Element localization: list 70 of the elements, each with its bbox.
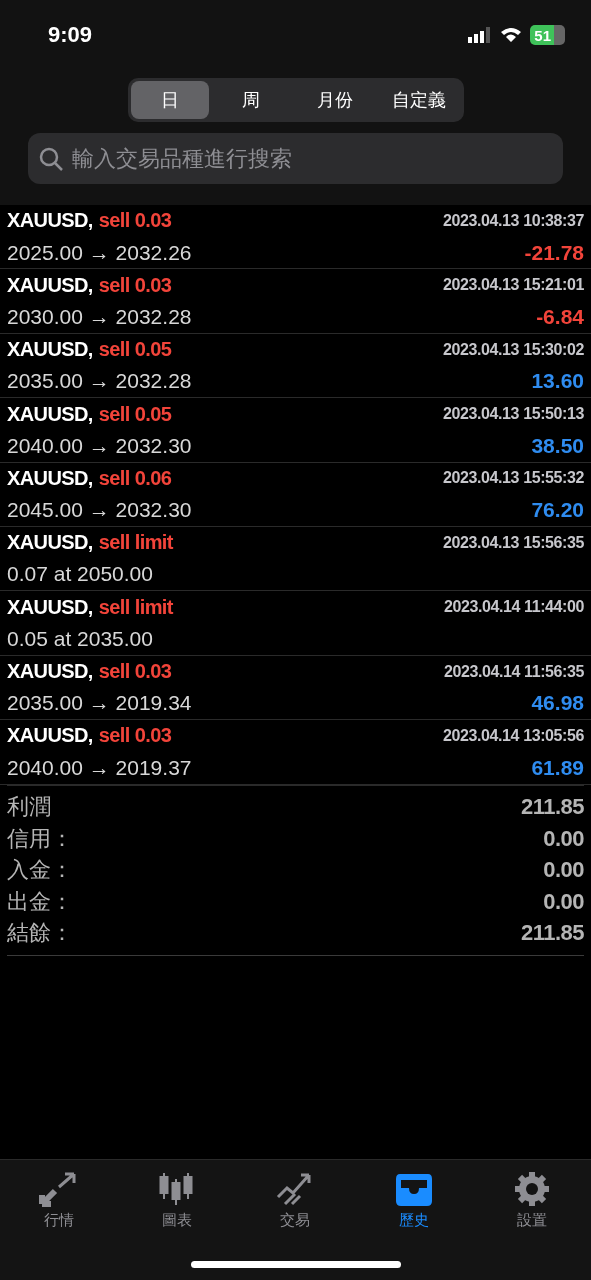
profit: 13.60 — [531, 369, 584, 394]
tab-bar-item[interactable]: 交易 — [245, 1170, 346, 1231]
summary-value: 0.00 — [543, 857, 584, 884]
trade-time: 2023.04.13 15:55:32 — [443, 469, 584, 488]
symbol: XAUUSD, — [7, 209, 93, 233]
order-volume-price: 0.07 at 2050.00 — [7, 562, 154, 587]
tab-bar-item[interactable]: 行情 — [9, 1170, 110, 1231]
order-volume-price: 0.05 at 2035.00 — [7, 626, 154, 651]
period-tab[interactable]: 自定義 — [376, 81, 461, 119]
order-type: sell limit — [98, 595, 173, 619]
price-change: 2030.00 → 2032.28 — [7, 304, 193, 329]
profit: -6.84 — [536, 304, 584, 329]
inbox-icon — [393, 1171, 434, 1207]
wifi-icon — [500, 27, 523, 43]
order-type: sell limit — [98, 531, 173, 555]
period-tab[interactable]: 月份 — [292, 81, 377, 119]
price-change: 2025.00 → 2032.26 — [7, 240, 193, 265]
order-type: sell 0.05 — [98, 402, 172, 426]
symbol: XAUUSD, — [7, 595, 93, 619]
summary-label: 信用： — [7, 824, 73, 853]
trade-time: 2023.04.13 15:56:35 — [443, 533, 584, 552]
profit: 38.50 — [531, 433, 584, 458]
symbol: XAUUSD, — [7, 402, 93, 426]
price-change: 2040.00 → 2019.37 — [7, 755, 193, 780]
profit: -21.78 — [524, 240, 584, 265]
summary-label: 結餘： — [7, 919, 73, 948]
summary-value: 0.00 — [543, 888, 584, 915]
order-type: sell 0.03 — [98, 660, 172, 684]
trade-time: 2023.04.14 13:05:56 — [443, 726, 584, 745]
search-bar[interactable]: 輸入交易品種進行搜索 — [28, 133, 563, 184]
trade-time: 2023.04.13 15:50:13 — [443, 405, 584, 423]
order-type: sell 0.03 — [98, 209, 172, 233]
symbol: XAUUSD, — [7, 531, 93, 555]
symbol: XAUUSD, — [7, 466, 93, 490]
trade-time: 2023.04.13 15:21:01 — [443, 276, 584, 295]
trade-time: 2023.04.14 11:44:00 — [443, 598, 584, 617]
clock: 9:09 — [48, 22, 93, 48]
profit: 61.89 — [531, 755, 584, 780]
order-type: sell 0.06 — [98, 466, 172, 490]
summary-value: 211.85 — [520, 920, 584, 947]
symbol: XAUUSD, — [7, 724, 93, 748]
period-tab[interactable]: 日 — [130, 81, 209, 119]
tab-bar-item[interactable]: 設置 — [481, 1170, 582, 1231]
search-icon — [38, 145, 64, 172]
battery-icon: 51 — [530, 25, 565, 45]
trade-time: 2023.04.14 11:56:35 — [443, 662, 584, 681]
symbol: XAUUSD, — [7, 660, 93, 684]
trade-time: 2023.04.13 10:38:37 — [443, 211, 584, 230]
summary-value: 211.85 — [520, 794, 584, 821]
profit: 46.98 — [531, 691, 584, 716]
summary-value: 0.00 — [543, 825, 584, 852]
order-type: sell 0.03 — [98, 273, 172, 297]
order-type: sell 0.05 — [98, 338, 172, 362]
symbol: XAUUSD, — [7, 273, 93, 297]
signal-icon — [468, 27, 493, 43]
summary-label: 出金： — [7, 887, 73, 916]
order-type: sell 0.03 — [98, 724, 172, 748]
profit: 76.20 — [531, 498, 584, 523]
summary-label: 入金： — [7, 856, 73, 885]
price-change: 2040.00 → 2032.30 — [7, 433, 193, 458]
price-change: 2035.00 → 2032.28 — [7, 369, 193, 394]
price-change: 2045.00 → 2032.30 — [7, 498, 193, 523]
symbol: XAUUSD, — [7, 338, 93, 362]
period-tab[interactable]: 周 — [208, 81, 293, 119]
tab-bar-item[interactable]: 歷史 — [363, 1170, 464, 1231]
trade-time: 2023.04.13 15:30:02 — [443, 340, 584, 359]
tab-bar-item[interactable]: 圖表 — [127, 1170, 228, 1231]
summary-label: 利潤 — [7, 793, 51, 822]
price-change: 2035.00 → 2019.34 — [7, 691, 193, 716]
search-field[interactable]: 輸入交易品種進行搜索 — [70, 144, 553, 173]
